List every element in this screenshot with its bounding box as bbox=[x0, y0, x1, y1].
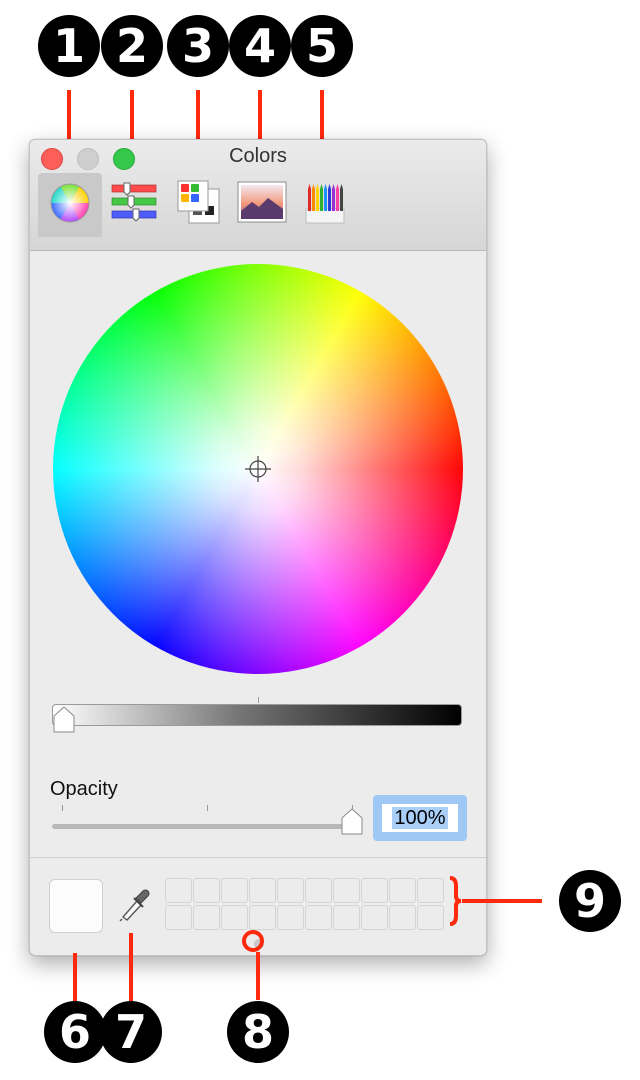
callout-8: 8 bbox=[227, 1001, 289, 1063]
pencils-icon bbox=[305, 184, 345, 224]
brightness-tick bbox=[258, 697, 259, 703]
callout-4: 4 bbox=[229, 15, 291, 77]
opacity-tick bbox=[207, 805, 208, 811]
swatch-slot[interactable] bbox=[333, 878, 360, 903]
swatch-slot[interactable] bbox=[221, 905, 248, 930]
saved-swatches-grid bbox=[165, 878, 445, 930]
callout-7-line bbox=[129, 933, 133, 1001]
brightness-slider-thumb[interactable] bbox=[52, 706, 76, 734]
callout-3: 3 bbox=[167, 15, 229, 77]
callout-6-line bbox=[73, 953, 77, 1001]
tab-image-palettes[interactable] bbox=[232, 173, 296, 237]
color-wheel-icon bbox=[50, 183, 90, 223]
opacity-input[interactable]: 100% bbox=[382, 804, 458, 832]
tab-color-sliders[interactable] bbox=[104, 173, 168, 237]
color-wheel[interactable] bbox=[53, 264, 463, 674]
callout-9: 9 bbox=[559, 870, 621, 932]
eyedropper-icon[interactable] bbox=[116, 886, 150, 924]
opacity-tick bbox=[62, 805, 63, 811]
callout-9-line bbox=[462, 899, 542, 903]
callout-8-line bbox=[256, 952, 260, 1000]
colors-window: Colors Opacity 100% bbox=[29, 139, 487, 956]
swatch-slot[interactable] bbox=[249, 878, 276, 903]
callout-3-line bbox=[196, 90, 200, 140]
swatch-slot[interactable] bbox=[361, 905, 388, 930]
opacity-slider-thumb[interactable] bbox=[340, 808, 364, 836]
swatch-slot[interactable] bbox=[221, 878, 248, 903]
opacity-focus-ring: 100% bbox=[373, 795, 467, 841]
swatch-slot[interactable] bbox=[361, 878, 388, 903]
swatch-slot[interactable] bbox=[389, 905, 416, 930]
swatch-slot[interactable] bbox=[333, 905, 360, 930]
swatch-slot[interactable] bbox=[417, 878, 444, 903]
color-sliders-icon bbox=[111, 182, 157, 222]
callout-4-line bbox=[258, 90, 262, 140]
current-color-swatch[interactable] bbox=[49, 879, 103, 933]
swatch-slot[interactable] bbox=[249, 905, 276, 930]
swatch-slot[interactable] bbox=[193, 878, 220, 903]
tab-color-wheel[interactable] bbox=[38, 173, 102, 237]
callout-1: 1 bbox=[38, 15, 100, 77]
callout-1-line bbox=[67, 90, 71, 140]
tab-color-palettes[interactable] bbox=[170, 173, 234, 237]
callout-8-ring bbox=[242, 930, 264, 952]
callout-5: 5 bbox=[291, 15, 353, 77]
swatch-slot[interactable] bbox=[277, 905, 304, 930]
color-palettes-icon bbox=[177, 180, 220, 224]
tab-pencils[interactable] bbox=[294, 173, 358, 237]
swatch-slot[interactable] bbox=[305, 878, 332, 903]
divider bbox=[30, 857, 486, 858]
title-bar: Colors bbox=[30, 140, 486, 251]
callout-7: 7 bbox=[100, 1001, 162, 1063]
image-palettes-icon bbox=[237, 181, 287, 223]
callout-2-line bbox=[130, 90, 134, 140]
swatch-slot[interactable] bbox=[417, 905, 444, 930]
swatch-slot[interactable] bbox=[165, 878, 192, 903]
swatch-slot[interactable] bbox=[277, 878, 304, 903]
swatch-slot[interactable] bbox=[389, 878, 416, 903]
swatch-slot[interactable] bbox=[193, 905, 220, 930]
callout-6: 6 bbox=[44, 1001, 106, 1063]
opacity-label: Opacity bbox=[50, 778, 118, 800]
opacity-value: 100% bbox=[392, 807, 448, 829]
callout-2: 2 bbox=[101, 15, 163, 77]
opacity-slider[interactable] bbox=[52, 824, 352, 829]
window-title: Colors bbox=[229, 145, 287, 167]
swatch-slot[interactable] bbox=[165, 905, 192, 930]
callout-9-bracket bbox=[449, 876, 462, 926]
brightness-slider[interactable] bbox=[52, 704, 462, 726]
crosshair-icon bbox=[245, 456, 271, 482]
callout-5-line bbox=[320, 90, 324, 140]
swatch-slot[interactable] bbox=[305, 905, 332, 930]
